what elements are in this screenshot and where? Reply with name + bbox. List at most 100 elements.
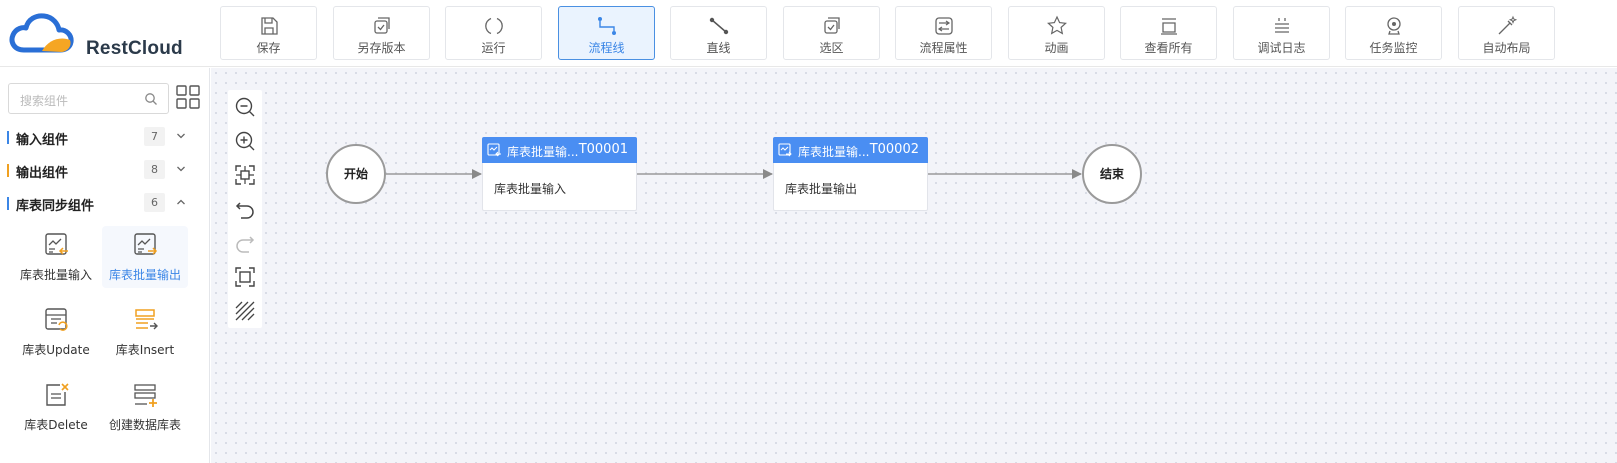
table-update-icon [45,308,68,331]
task-node-title: 库表批量输... [507,145,579,159]
app-name: RestCloud [86,38,183,59]
component-label: 库表Insert [115,343,175,357]
component-table-batch-input[interactable]: 库表批量输入 [13,226,99,288]
task-monitor-label: 任务监控 [1369,41,1418,55]
group-color-bar [7,197,9,210]
straight-line-button[interactable]: 直线 [670,6,767,60]
component-sidebar: 搜索组件 输入组件 7 输出组件 8 库表同步组件 6 库表批量输入 库表批量输… [0,68,210,463]
actual-size-icon[interactable] [234,266,256,288]
animation-icon [1047,15,1067,35]
flow-line-icon [598,17,616,35]
search-placeholder: 搜索组件 [20,94,69,108]
flow-properties-button[interactable]: 流程属性 [895,6,992,60]
flow-line-button[interactable]: 流程线 [558,6,655,60]
group-input-components[interactable]: 输入组件 7 [0,125,210,151]
flow-properties-label: 流程属性 [919,41,968,55]
save-version-icon [374,17,390,34]
table-insert-icon [135,309,158,330]
table-batch-input-icon [45,233,68,255]
save-version-button[interactable]: 另存版本 [333,6,430,60]
selection-label: 选区 [819,41,844,55]
flow-line-label: 流程线 [588,41,625,55]
auto-layout-button[interactable]: 自动布局 [1458,6,1555,60]
canvas-toolbar [228,90,262,328]
debug-log-label: 调试日志 [1257,41,1306,55]
run-icon [485,17,503,35]
group-name: 库表同步组件 [16,199,95,214]
component-label: 创建数据库表 [108,418,181,432]
task-node-body: 库表批量输出 [785,182,858,196]
table-batch-output-icon [134,233,158,255]
task-node-t00002[interactable]: 库表批量输... T00002 库表批量输出 [773,137,928,211]
selection-icon [824,17,840,34]
save-label: 保存 [256,41,281,55]
run-label: 运行 [481,41,506,55]
component-create-table[interactable]: 创建数据库表 [102,376,188,438]
task-node-id: T00002 [869,142,919,157]
grid-view-icon[interactable] [176,85,200,109]
chevron-up-icon[interactable] [175,196,187,208]
group-table-sync-components[interactable]: 库表同步组件 6 [0,191,210,217]
top-toolbar: RestCloud 保存 另存版本 运行 流程线 直线 选区 流程属性 动画 查… [0,0,1617,67]
view-all-button[interactable]: 查看所有 [1120,6,1217,60]
group-color-bar [7,131,9,144]
group-color-bar [7,164,9,177]
component-search-input[interactable]: 搜索组件 [8,83,169,114]
group-output-components[interactable]: 输出组件 8 [0,158,210,184]
group-name: 输出组件 [16,166,69,181]
search-icon[interactable] [144,92,158,106]
task-monitor-button[interactable]: 任务监控 [1345,6,1442,60]
component-table-delete[interactable]: 库表Delete [13,376,99,438]
cloud-logo-icon [9,13,74,53]
app-logo: RestCloud [8,10,208,59]
task-node-header: 库表批量输... T00002 [773,137,928,163]
redo-icon[interactable] [234,232,256,254]
animation-button[interactable]: 动画 [1008,6,1105,60]
end-node-label: 结束 [1099,167,1124,181]
group-count-badge: 8 [144,160,165,179]
component-table-update[interactable]: 库表Update [13,301,99,363]
group-name: 输入组件 [16,133,69,148]
task-node-title: 库表批量输... [798,145,870,159]
save-icon [261,17,278,35]
debug-log-icon [1275,18,1289,33]
task-node-body: 库表批量输入 [494,182,567,196]
straight-line-icon [709,17,729,35]
component-table-batch-output[interactable]: 库表批量输出 [102,226,188,288]
group-count-badge: 7 [144,127,165,146]
create-table-icon [134,384,157,407]
component-table-insert[interactable]: 库表Insert [102,301,188,363]
debug-log-button[interactable]: 调试日志 [1233,6,1330,60]
table-batch-output-icon [778,143,792,157]
undo-icon[interactable] [234,198,256,220]
save-button[interactable]: 保存 [220,6,317,60]
zoom-in-icon[interactable] [234,130,256,152]
view-all-icon [1161,18,1177,35]
task-monitor-icon [1387,17,1401,35]
straight-line-label: 直线 [706,41,731,55]
start-node-label: 开始 [343,167,368,181]
start-node[interactable]: 开始 [326,144,386,204]
selection-button[interactable]: 选区 [783,6,880,60]
task-node-id: T00001 [578,142,628,157]
end-node[interactable]: 结束 [1082,144,1142,204]
table-batch-input-icon [487,143,501,157]
save-version-label: 另存版本 [357,41,406,55]
zoom-out-icon[interactable] [234,96,256,118]
grid-toggle-icon[interactable] [234,300,256,322]
run-button[interactable]: 运行 [445,6,542,60]
task-node-t00001[interactable]: 库表批量输... T00001 库表批量输入 [482,137,637,211]
fit-view-icon[interactable] [234,164,256,186]
flow-properties-icon [935,17,953,35]
view-all-label: 查看所有 [1144,41,1193,55]
group-count-badge: 6 [144,193,165,212]
auto-layout-label: 自动布局 [1482,41,1531,55]
task-node-header: 库表批量输... T00001 [482,137,637,163]
flow-canvas[interactable] [211,68,1617,463]
chevron-down-icon[interactable] [175,163,187,175]
component-label: 库表批量输出 [108,268,181,282]
animation-label: 动画 [1044,41,1069,55]
auto-layout-icon [1498,15,1518,35]
chevron-down-icon[interactable] [175,130,187,142]
table-delete-icon [46,383,69,406]
